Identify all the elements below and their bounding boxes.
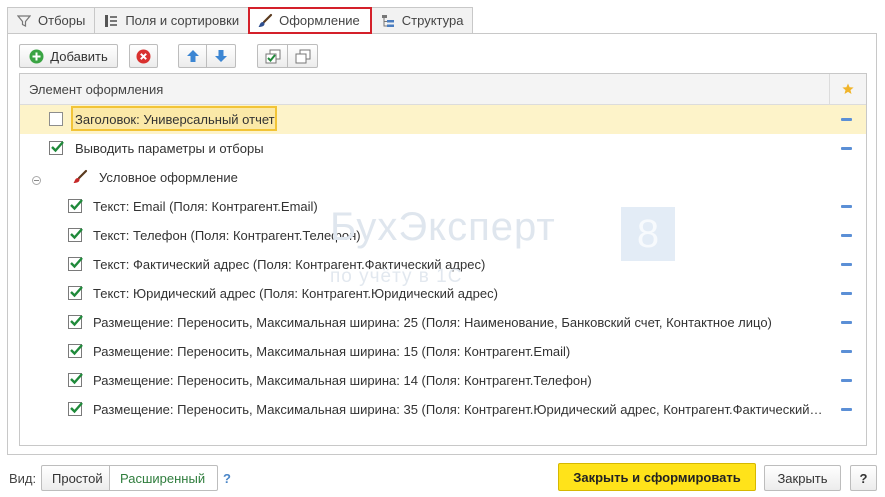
view-simple-button[interactable]: Простой <box>41 465 110 491</box>
dash-icon <box>841 321 852 324</box>
table-row[interactable]: Выводить параметры и отборы <box>20 134 866 163</box>
help-button[interactable]: ? <box>850 465 877 491</box>
tab-filters[interactable]: Отборы <box>7 7 96 33</box>
uncheck-all-button[interactable] <box>287 44 318 68</box>
row-checkbox[interactable] <box>68 286 83 300</box>
row-text: Текст: Email (Поля: Контрагент.Email) <box>93 199 318 214</box>
uncheck-all-icon <box>295 49 311 64</box>
arrow-down-icon <box>214 49 228 63</box>
row-checkbox[interactable] <box>68 402 83 416</box>
view-extended-button[interactable]: Расширенный <box>109 465 218 491</box>
table-header: Элемент оформления <box>20 74 866 105</box>
table-row[interactable]: Размещение: Переносить, Максимальная шир… <box>20 337 866 366</box>
close-button[interactable]: Закрыть <box>764 465 841 491</box>
add-button[interactable]: Добавить <box>19 44 118 68</box>
row-text: Размещение: Переносить, Максимальная шир… <box>93 402 823 417</box>
row-text: Текст: Юридический адрес (Поля: Контраге… <box>93 286 498 301</box>
tab-bar: Отборы Поля и сортировки Оформление Стру… <box>7 7 474 34</box>
watermark-brand: БухЭксперт <box>330 205 556 249</box>
table-row[interactable]: Размещение: Переносить, Максимальная шир… <box>20 366 866 395</box>
dash-icon <box>841 147 852 150</box>
row-checkbox[interactable] <box>68 344 83 358</box>
brush-icon <box>257 13 273 29</box>
tab-label: Оформление <box>279 13 360 28</box>
close-and-generate-button[interactable]: Закрыть и сформировать <box>558 463 756 491</box>
row-text: Выводить параметры и отборы <box>75 141 264 156</box>
row-text: Размещение: Переносить, Максимальная шир… <box>93 373 592 388</box>
watermark-number: 8 <box>621 207 675 261</box>
row-text: Заголовок: Универсальный отчет <box>75 112 275 127</box>
dash-icon <box>841 379 852 382</box>
star-icon[interactable] <box>829 74 866 104</box>
row-text: Размещение: Переносить, Максимальная шир… <box>93 315 772 330</box>
dash-icon <box>841 234 852 237</box>
tab-label: Поля и сортировки <box>125 13 240 28</box>
check-all-icon <box>265 49 281 64</box>
row-checkbox[interactable] <box>68 373 83 387</box>
tab-label: Отборы <box>38 13 86 28</box>
row-text: Размещение: Переносить, Максимальная шир… <box>93 344 571 359</box>
move-down-button[interactable] <box>206 44 236 68</box>
watermark-tagline: по учёту в 1С <box>330 266 463 287</box>
delete-button[interactable] <box>129 44 158 68</box>
check-all-button[interactable] <box>257 44 288 68</box>
row-checkbox[interactable] <box>68 199 83 213</box>
tab-fields-sorting[interactable]: Поля и сортировки <box>94 7 250 33</box>
tab-formatting[interactable]: Оформление <box>248 7 372 34</box>
row-checkbox[interactable] <box>68 257 83 271</box>
add-icon <box>29 49 44 64</box>
row-checkbox[interactable] <box>49 141 64 155</box>
dash-icon <box>841 263 852 266</box>
dash-icon <box>841 350 852 353</box>
table-row[interactable]: Заголовок: Универсальный отчет <box>20 105 866 134</box>
row-text: Текст: Телефон (Поля: Контрагент.Телефон… <box>93 228 361 243</box>
dash-icon <box>841 205 852 208</box>
dash-icon <box>841 292 852 295</box>
formatting-tree-table: Элемент оформления Заголовок: Универсаль… <box>19 73 867 446</box>
table-row[interactable]: Размещение: Переносить, Максимальная шир… <box>20 395 866 424</box>
column-header-element: Элемент оформления <box>29 82 164 97</box>
dash-icon <box>841 118 852 121</box>
row-checkbox[interactable] <box>49 112 63 126</box>
row-checkbox[interactable] <box>68 315 83 329</box>
collapse-icon[interactable] <box>32 173 41 188</box>
row-checkbox[interactable] <box>68 228 83 242</box>
move-up-button[interactable] <box>178 44 207 68</box>
view-label: Вид: <box>9 471 37 486</box>
fields-sort-icon <box>103 13 119 29</box>
structure-icon <box>380 13 396 29</box>
filter-icon <box>16 13 32 29</box>
table-row[interactable]: Размещение: Переносить, Максимальная шир… <box>20 308 866 337</box>
dash-icon <box>841 408 852 411</box>
tab-structure[interactable]: Структура <box>370 7 474 33</box>
table-row-group[interactable]: Условное оформление <box>20 163 866 192</box>
tab-label: Структура <box>401 13 464 28</box>
arrow-up-icon <box>186 49 200 63</box>
brush-icon <box>72 169 88 188</box>
row-text: Условное оформление <box>99 170 238 185</box>
view-help-link[interactable]: ? <box>223 471 231 486</box>
delete-icon <box>136 49 151 64</box>
